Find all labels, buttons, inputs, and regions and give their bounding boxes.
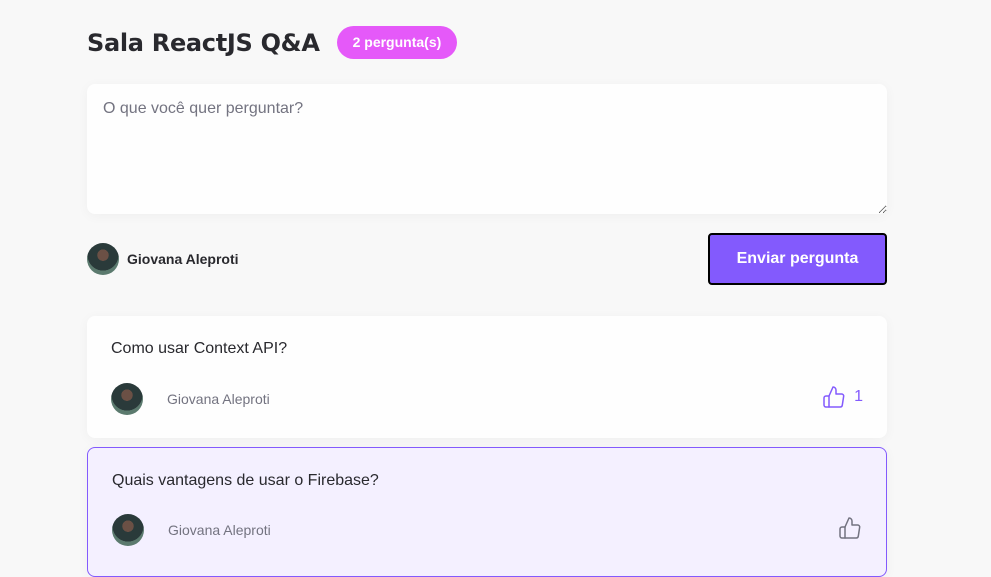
question-author: Giovana Aleproti [111, 383, 270, 415]
like-button[interactable]: 1 [822, 385, 863, 409]
author-name: Giovana Aleproti [168, 522, 271, 538]
question-content: Quais vantagens de usar o Firebase? [112, 472, 379, 489]
like-button[interactable] [838, 516, 862, 540]
room-title: Sala ReactJS Q&A [87, 28, 320, 57]
user-name: Giovana Aleproti [127, 251, 239, 267]
question-count-badge: 2 pergunta(s) [336, 26, 458, 59]
question-input[interactable] [87, 84, 887, 214]
question-author: Giovana Aleproti [112, 514, 271, 546]
thumbs-up-icon [838, 516, 862, 540]
question-card: Como usar Context API? Giovana Aleproti … [87, 316, 887, 438]
room-header: Sala ReactJS Q&A 2 pergunta(s) [87, 26, 458, 59]
thumbs-up-icon [822, 385, 846, 409]
avatar [87, 243, 119, 275]
question-form [87, 84, 887, 214]
question-footer: Giovana Aleproti 1 [111, 383, 863, 415]
author-name: Giovana Aleproti [167, 391, 270, 407]
question-footer: Giovana Aleproti [112, 514, 862, 546]
form-footer: Giovana Aleproti Enviar pergunta [87, 233, 887, 285]
current-user: Giovana Aleproti [87, 243, 239, 275]
like-count: 1 [854, 388, 863, 405]
send-question-button[interactable]: Enviar pergunta [708, 233, 887, 285]
avatar [112, 514, 144, 546]
avatar [111, 383, 143, 415]
question-content: Como usar Context API? [111, 340, 288, 357]
question-card-highlighted: Quais vantagens de usar o Firebase? Giov… [87, 447, 887, 577]
